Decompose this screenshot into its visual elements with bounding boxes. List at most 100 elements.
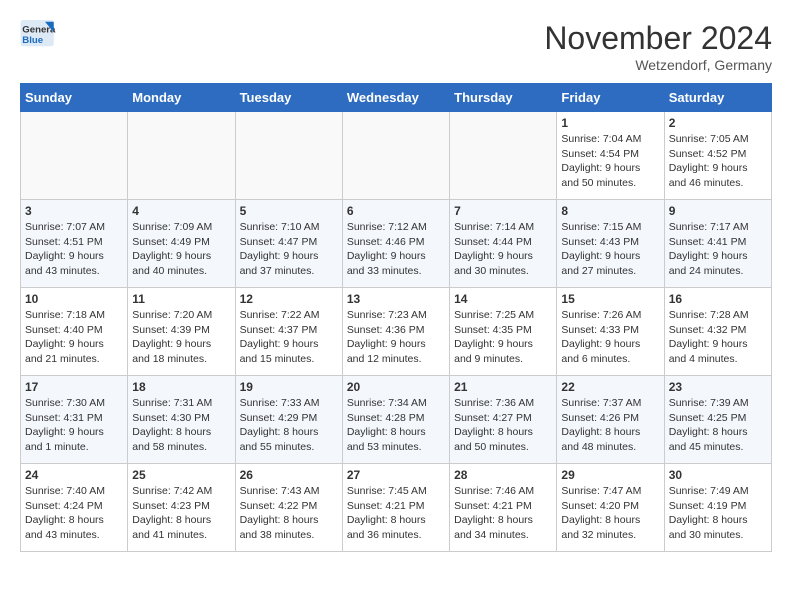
day-info: Sunrise: 7:36 AM Sunset: 4:27 PM Dayligh…	[454, 396, 552, 455]
calendar-day-cell: 25Sunrise: 7:42 AM Sunset: 4:23 PM Dayli…	[128, 464, 235, 552]
calendar-week-row: 24 Sunrise: 7:40 AM Sunset: 4:24 PM Dayli…	[21, 464, 772, 552]
calendar-day-cell	[342, 112, 449, 200]
day-number: 22	[561, 380, 659, 394]
day-of-week-header: Wednesday	[342, 84, 449, 112]
day-number: 21	[454, 380, 552, 394]
calendar-day-cell: 21 Sunrise: 7:36 AM Sunset: 4:27 PM Dayli…	[450, 376, 557, 464]
day-number: 1	[561, 116, 659, 130]
calendar-day-cell: 16 Sunrise: 7:28 AM Sunset: 4:32 PM Dayli…	[664, 288, 771, 376]
day-number: 15	[561, 292, 659, 306]
calendar-day-cell: 24 Sunrise: 7:40 AM Sunset: 4:24 PM Dayli…	[21, 464, 128, 552]
day-info: Sunrise: 7:23 AM Sunset: 4:36 PM Dayligh…	[347, 308, 445, 367]
day-info: Sunrise: 7:34 AM Sunset: 4:28 PM Dayligh…	[347, 396, 445, 455]
day-info: Sunrise: 7:30 AM Sunset: 4:31 PM Dayligh…	[25, 396, 123, 455]
day-info: Sunrise: 7:39 AM Sunset: 4:25 PM Dayligh…	[669, 396, 767, 455]
day-info: Sunrise: 7:22 AM Sunset: 4:37 PM Dayligh…	[240, 308, 338, 367]
calendar-week-row: 3 Sunrise: 7:07 AM Sunset: 4:51 PM Daylig…	[21, 200, 772, 288]
logo: General Blue	[20, 20, 56, 48]
day-of-week-header: Friday	[557, 84, 664, 112]
calendar-day-cell: 3 Sunrise: 7:07 AM Sunset: 4:51 PM Daylig…	[21, 200, 128, 288]
day-info: Sunrise: 7:49 AM Sunset: 4:19 PM Dayligh…	[669, 484, 767, 543]
calendar-day-cell: 29 Sunrise: 7:47 AM Sunset: 4:20 PM Dayli…	[557, 464, 664, 552]
calendar-day-cell: 4 Sunrise: 7:09 AM Sunset: 4:49 PM Daylig…	[128, 200, 235, 288]
calendar-day-cell: 9 Sunrise: 7:17 AM Sunset: 4:41 PM Daylig…	[664, 200, 771, 288]
location: Wetzendorf, Germany	[544, 57, 772, 73]
calendar-body: 1 Sunrise: 7:04 AM Sunset: 4:54 PM Daylig…	[21, 112, 772, 552]
day-info: Sunrise: 7:09 AM Sunset: 4:49 PM Dayligh…	[132, 220, 230, 279]
calendar-header-row: SundayMondayTuesdayWednesdayThursdayFrid…	[21, 84, 772, 112]
day-number: 20	[347, 380, 445, 394]
day-number: 28	[454, 468, 552, 482]
month-title: November 2024	[544, 20, 772, 57]
day-number: 13	[347, 292, 445, 306]
logo-icon: General Blue	[20, 20, 56, 48]
day-number: 2	[669, 116, 767, 130]
page-header: General Blue November 2024 Wetzendorf, G…	[20, 20, 772, 73]
day-number: 30	[669, 468, 767, 482]
calendar-day-cell: 23 Sunrise: 7:39 AM Sunset: 4:25 PM Dayli…	[664, 376, 771, 464]
day-info: Sunrise: 7:15 AM Sunset: 4:43 PM Dayligh…	[561, 220, 659, 279]
calendar-day-cell	[21, 112, 128, 200]
day-number: 17	[25, 380, 123, 394]
day-info: Sunrise: 7:26 AM Sunset: 4:33 PM Dayligh…	[561, 308, 659, 367]
day-number: 10	[25, 292, 123, 306]
day-number: 12	[240, 292, 338, 306]
calendar-day-cell	[450, 112, 557, 200]
day-info: Sunrise: 7:42 AM Sunset: 4:23 PM Dayligh…	[132, 484, 230, 543]
day-info: Sunrise: 7:33 AM Sunset: 4:29 PM Dayligh…	[240, 396, 338, 455]
day-info: Sunrise: 7:18 AM Sunset: 4:40 PM Dayligh…	[25, 308, 123, 367]
day-number: 29	[561, 468, 659, 482]
day-number: 5	[240, 204, 338, 218]
day-info: Sunrise: 7:43 AM Sunset: 4:22 PM Dayligh…	[240, 484, 338, 543]
day-info: Sunrise: 7:47 AM Sunset: 4:20 PM Dayligh…	[561, 484, 659, 543]
day-info: Sunrise: 7:07 AM Sunset: 4:51 PM Dayligh…	[25, 220, 123, 279]
calendar-week-row: 17 Sunrise: 7:30 AM Sunset: 4:31 PM Dayli…	[21, 376, 772, 464]
day-number: 24	[25, 468, 123, 482]
day-number: 27	[347, 468, 445, 482]
calendar-day-cell: 27Sunrise: 7:45 AM Sunset: 4:21 PM Dayli…	[342, 464, 449, 552]
day-number: 3	[25, 204, 123, 218]
day-number: 18	[132, 380, 230, 394]
calendar-day-cell: 10 Sunrise: 7:18 AM Sunset: 4:40 PM Dayli…	[21, 288, 128, 376]
day-of-week-header: Sunday	[21, 84, 128, 112]
day-info: Sunrise: 7:12 AM Sunset: 4:46 PM Dayligh…	[347, 220, 445, 279]
day-info: Sunrise: 7:04 AM Sunset: 4:54 PM Dayligh…	[561, 132, 659, 191]
calendar-week-row: 10 Sunrise: 7:18 AM Sunset: 4:40 PM Dayli…	[21, 288, 772, 376]
day-info: Sunrise: 7:37 AM Sunset: 4:26 PM Dayligh…	[561, 396, 659, 455]
day-number: 26	[240, 468, 338, 482]
calendar-day-cell: 18Sunrise: 7:31 AM Sunset: 4:30 PM Dayli…	[128, 376, 235, 464]
calendar-day-cell: 11 Sunrise: 7:20 AM Sunset: 4:39 PM Dayli…	[128, 288, 235, 376]
day-number: 7	[454, 204, 552, 218]
day-number: 23	[669, 380, 767, 394]
calendar-day-cell: 28Sunrise: 7:46 AM Sunset: 4:21 PM Dayli…	[450, 464, 557, 552]
day-number: 4	[132, 204, 230, 218]
day-info: Sunrise: 7:10 AM Sunset: 4:47 PM Dayligh…	[240, 220, 338, 279]
day-info: Sunrise: 7:28 AM Sunset: 4:32 PM Dayligh…	[669, 308, 767, 367]
day-number: 11	[132, 292, 230, 306]
day-number: 19	[240, 380, 338, 394]
day-number: 16	[669, 292, 767, 306]
calendar-day-cell: 12 Sunrise: 7:22 AM Sunset: 4:37 PM Dayli…	[235, 288, 342, 376]
calendar-day-cell: 22 Sunrise: 7:37 AM Sunset: 4:26 PM Dayli…	[557, 376, 664, 464]
calendar-day-cell: 5 Sunrise: 7:10 AM Sunset: 4:47 PM Daylig…	[235, 200, 342, 288]
calendar-table: SundayMondayTuesdayWednesdayThursdayFrid…	[20, 83, 772, 552]
day-info: Sunrise: 7:17 AM Sunset: 4:41 PM Dayligh…	[669, 220, 767, 279]
calendar-day-cell: 13 Sunrise: 7:23 AM Sunset: 4:36 PM Dayli…	[342, 288, 449, 376]
day-info: Sunrise: 7:20 AM Sunset: 4:39 PM Dayligh…	[132, 308, 230, 367]
calendar-day-cell: 20 Sunrise: 7:34 AM Sunset: 4:28 PM Dayli…	[342, 376, 449, 464]
day-info: Sunrise: 7:05 AM Sunset: 4:52 PM Dayligh…	[669, 132, 767, 191]
day-of-week-header: Tuesday	[235, 84, 342, 112]
day-number: 14	[454, 292, 552, 306]
day-number: 9	[669, 204, 767, 218]
day-info: Sunrise: 7:40 AM Sunset: 4:24 PM Dayligh…	[25, 484, 123, 543]
day-number: 6	[347, 204, 445, 218]
calendar-day-cell: 17 Sunrise: 7:30 AM Sunset: 4:31 PM Dayli…	[21, 376, 128, 464]
calendar-day-cell: 1 Sunrise: 7:04 AM Sunset: 4:54 PM Daylig…	[557, 112, 664, 200]
calendar-day-cell: 26 Sunrise: 7:43 AM Sunset: 4:22 PM Dayli…	[235, 464, 342, 552]
calendar-day-cell: 30 Sunrise: 7:49 AM Sunset: 4:19 PM Dayli…	[664, 464, 771, 552]
day-of-week-header: Saturday	[664, 84, 771, 112]
day-info: Sunrise: 7:14 AM Sunset: 4:44 PM Dayligh…	[454, 220, 552, 279]
title-block: November 2024 Wetzendorf, Germany	[544, 20, 772, 73]
calendar-day-cell: 7 Sunrise: 7:14 AM Sunset: 4:44 PM Daylig…	[450, 200, 557, 288]
calendar-day-cell	[235, 112, 342, 200]
